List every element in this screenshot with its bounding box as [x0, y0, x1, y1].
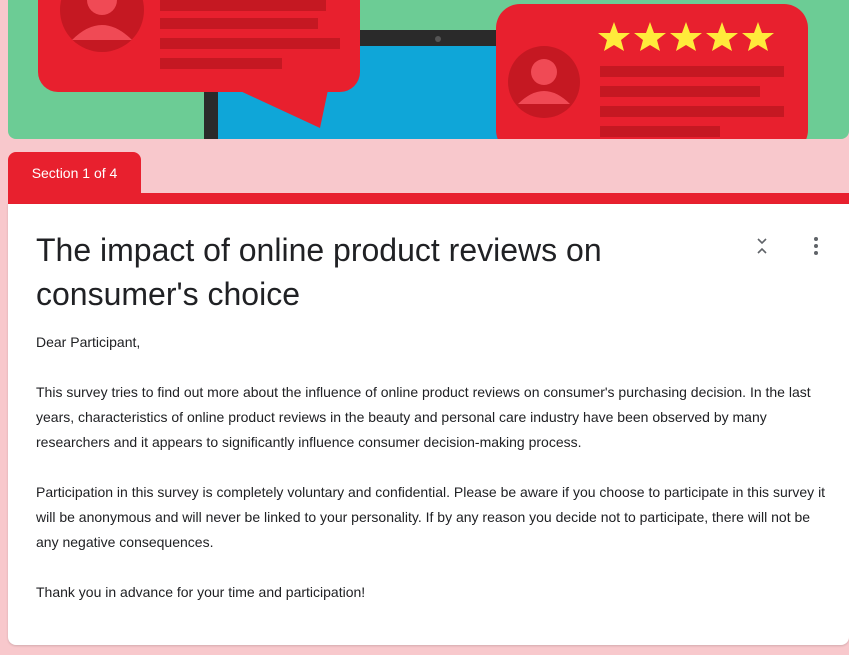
- description-paragraph: Participation in this survey is complete…: [36, 484, 826, 550]
- header-banner-image: [8, 0, 849, 139]
- more-options-icon[interactable]: [804, 234, 828, 258]
- section-accent-bar: [8, 193, 849, 204]
- collapse-icon[interactable]: [750, 234, 774, 258]
- description-paragraph: This survey tries to find out more about…: [36, 384, 811, 450]
- description-closing: Thank you in advance for your time and p…: [36, 584, 366, 600]
- description-greeting: Dear Participant,: [36, 334, 141, 350]
- form-header-card: The impact of online product reviews on …: [8, 204, 849, 645]
- left-review-bubble: [38, 0, 360, 128]
- form-title: The impact of online product reviews on …: [36, 232, 602, 312]
- section-label: Section 1 of 4: [31, 165, 118, 181]
- right-review-bubble: [496, 4, 808, 139]
- section-indicator-tab: Section 1 of 4: [8, 152, 141, 194]
- laptop-camera: [435, 36, 441, 42]
- product-reviews-illustration: [38, 0, 808, 139]
- form-description: Dear Participant, This survey tries to f…: [36, 330, 836, 630]
